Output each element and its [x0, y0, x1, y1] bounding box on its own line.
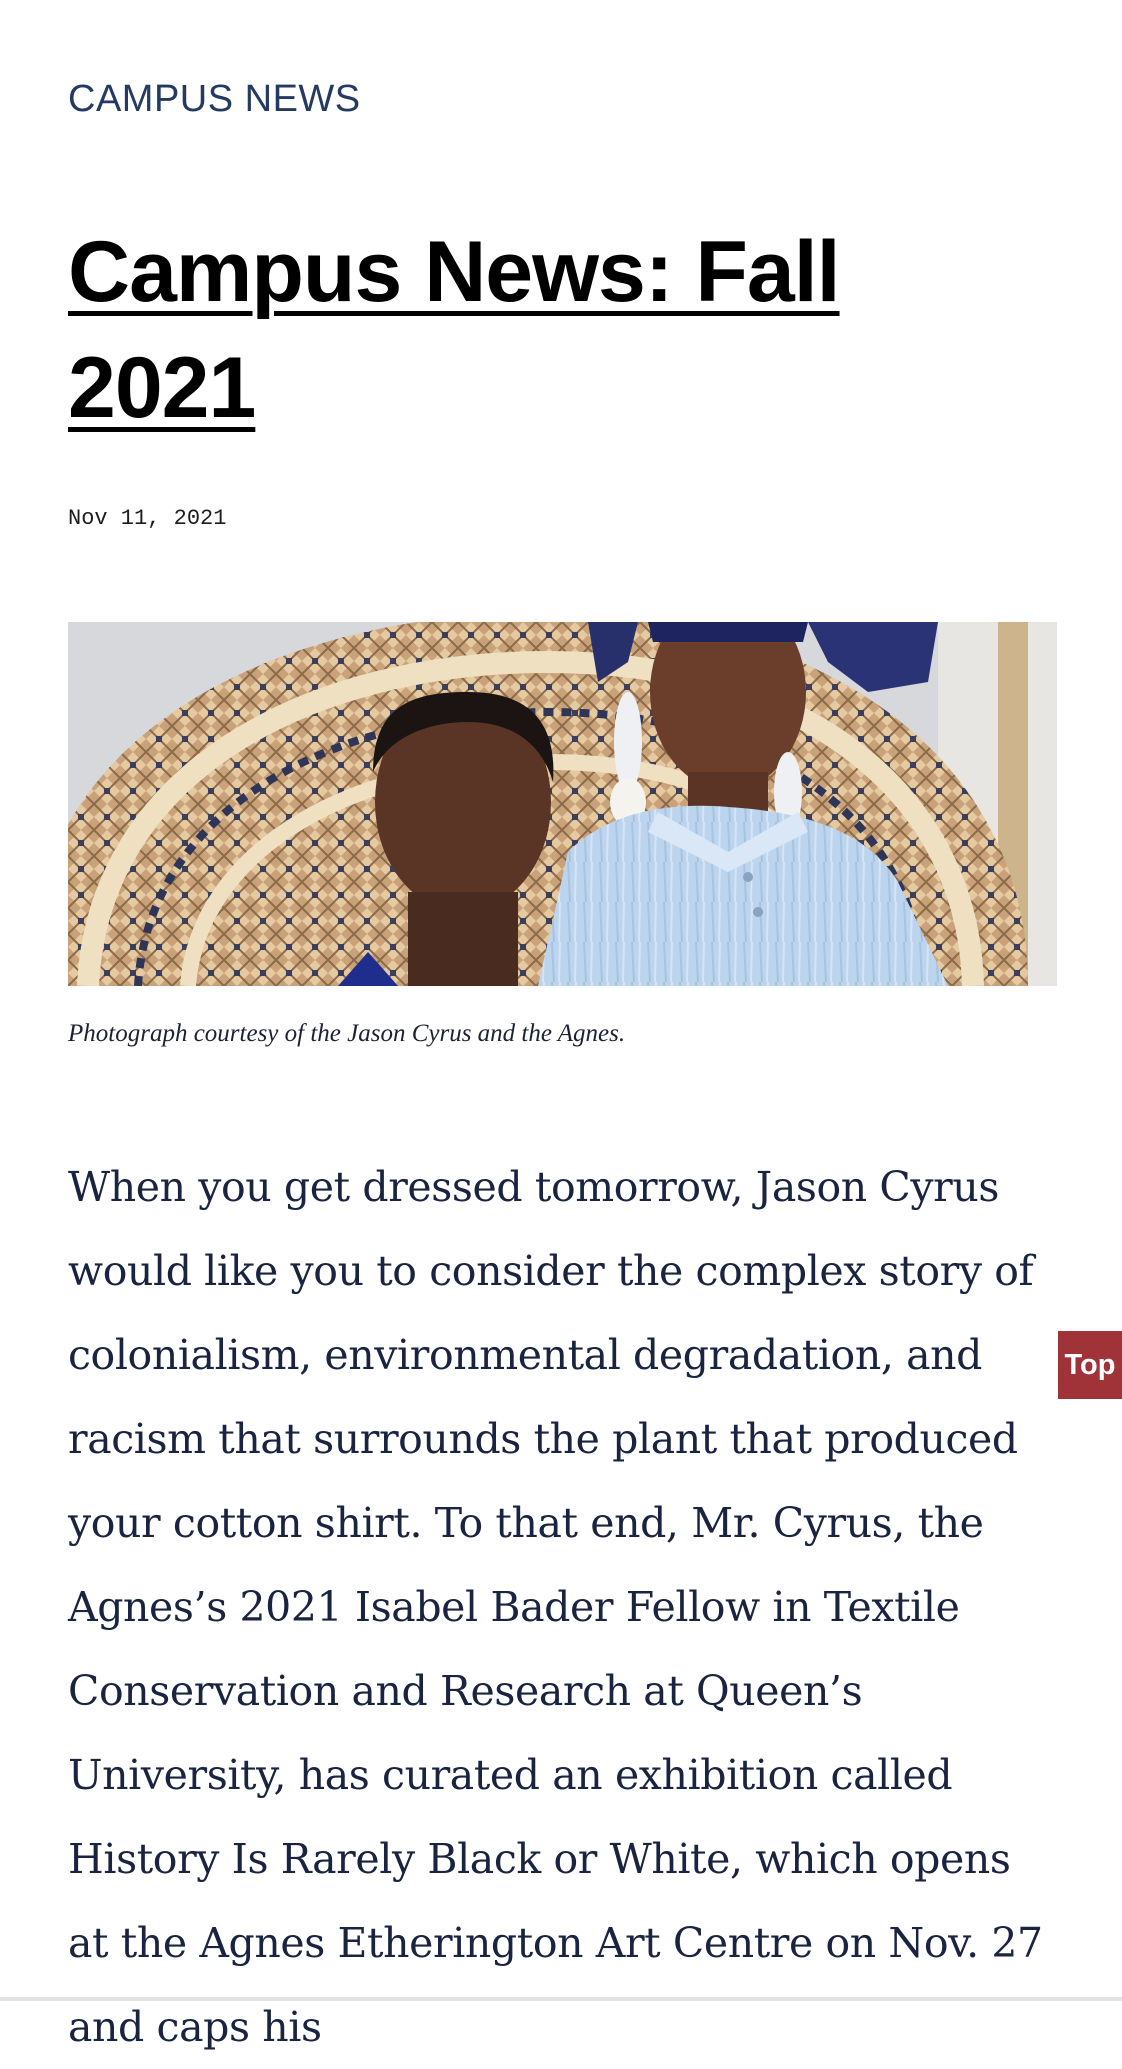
article-body: When you get dressed tomorrow, Jason Cyr…: [68, 1163, 1043, 2051]
publish-date: Nov 11, 2021: [68, 506, 227, 531]
back-to-top-button[interactable]: Top: [1058, 1331, 1122, 1399]
hero-photo: [68, 622, 1057, 986]
article-title-link[interactable]: Campus News: Fall 2021: [68, 224, 841, 436]
image-caption: Photograph courtesy of the Jason Cyrus a…: [68, 1020, 626, 1047]
divider: [0, 1997, 1122, 2001]
article-title: Campus News: Fall 2021: [68, 214, 1028, 446]
section-label-link[interactable]: CAMPUS NEWS: [68, 78, 361, 121]
